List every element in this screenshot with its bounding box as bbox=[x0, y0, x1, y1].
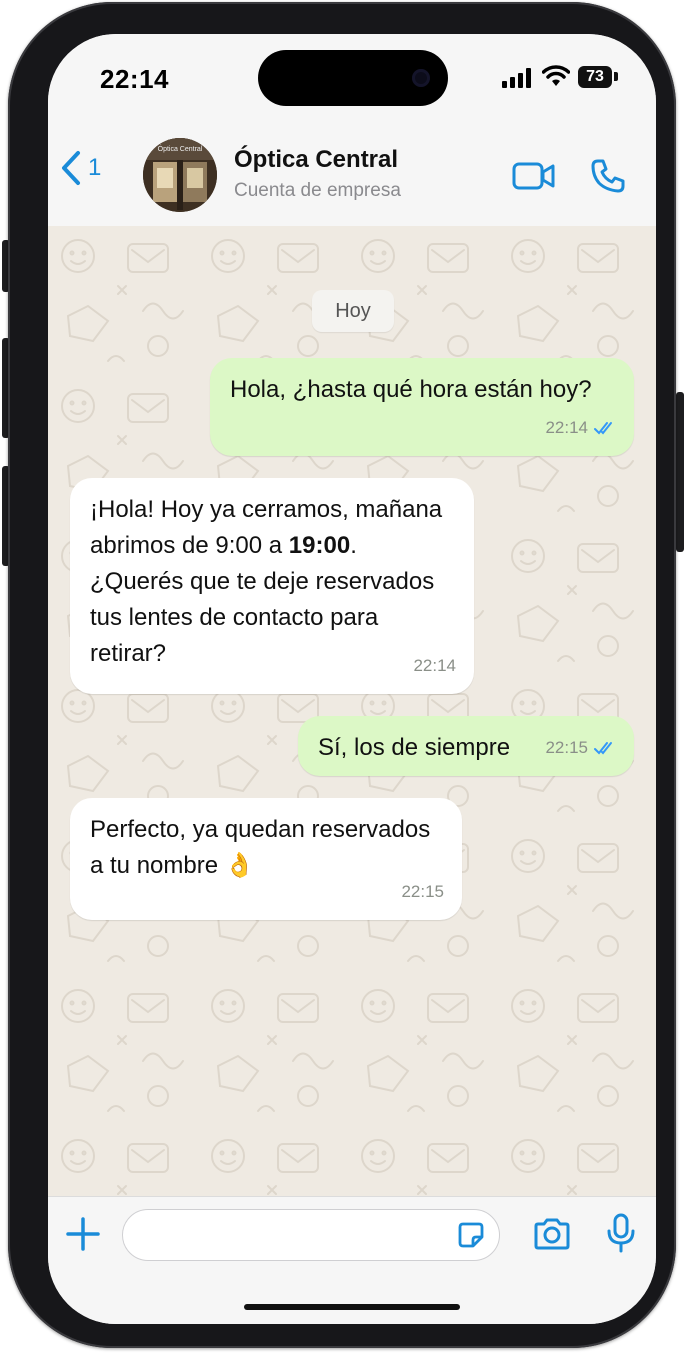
contact-name[interactable]: Óptica Central bbox=[234, 146, 398, 174]
screen: 22:14 73 1 Óptica Central Óptica Central… bbox=[48, 34, 656, 1324]
power-button bbox=[676, 392, 684, 552]
cellular-signal-icon bbox=[502, 68, 531, 88]
message-meta: 22:14 bbox=[545, 410, 616, 446]
front-camera-icon bbox=[412, 69, 430, 87]
microphone-icon[interactable] bbox=[606, 1213, 636, 1253]
read-ticks-icon bbox=[594, 422, 612, 435]
date-chip: Hoy bbox=[312, 290, 394, 332]
unread-count: 1 bbox=[88, 154, 102, 181]
contact-subtitle: Cuenta de empresa bbox=[234, 180, 401, 201]
message-text-bold: 19:00 bbox=[288, 532, 351, 559]
battery-indicator: 73 bbox=[578, 66, 612, 88]
battery-tip bbox=[614, 72, 618, 81]
camera-icon[interactable] bbox=[532, 1217, 572, 1251]
message-input-field[interactable] bbox=[122, 1209, 500, 1261]
message-bubble-outgoing[interactable]: Hola, ¿hasta qué hora están hoy? 22:14 bbox=[210, 358, 634, 456]
message-time: 22:14 bbox=[413, 656, 456, 675]
ok-hand-emoji: 👌 bbox=[224, 852, 255, 879]
dynamic-island bbox=[258, 50, 448, 106]
status-time: 22:14 bbox=[100, 64, 169, 94]
message-text: Hola, ¿hasta qué hora están hoy? bbox=[230, 376, 592, 403]
sticker-icon[interactable] bbox=[457, 1221, 485, 1249]
phone-frame: 22:14 73 1 Óptica Central Óptica Central… bbox=[8, 2, 676, 1348]
message-input[interactable] bbox=[141, 1222, 445, 1247]
message-meta: 22:15 bbox=[401, 874, 444, 910]
message-text-part: Perfecto, ya quedan reservados a tu nomb… bbox=[90, 816, 431, 879]
message-time: 22:14 bbox=[545, 418, 588, 437]
back-button[interactable]: 1 bbox=[60, 148, 101, 188]
back-chevron-icon bbox=[62, 151, 80, 185]
avatar[interactable]: Óptica Central bbox=[143, 138, 217, 212]
wifi-icon bbox=[542, 65, 570, 86]
message-meta: 22:14 bbox=[413, 648, 456, 684]
video-call-icon[interactable] bbox=[512, 160, 556, 192]
status-bar: 22:14 73 bbox=[48, 34, 656, 126]
chat-header: 1 Óptica Central Óptica Central Cuenta d… bbox=[48, 126, 656, 227]
plus-icon[interactable] bbox=[66, 1217, 100, 1251]
read-ticks-icon bbox=[594, 742, 612, 755]
message-bubble-outgoing[interactable]: Sí, los de siempre 22:15 bbox=[298, 716, 634, 776]
avatar-sign-text: Óptica Central bbox=[157, 146, 203, 153]
home-indicator[interactable] bbox=[244, 1304, 460, 1310]
message-time: 22:15 bbox=[545, 738, 588, 757]
phone-call-icon[interactable] bbox=[590, 158, 626, 194]
chat-area[interactable]: Hoy Hola, ¿hasta qué hora están hoy? 22:… bbox=[48, 226, 656, 1226]
message-text: ¡Hola! Hoy ya cerramos, mañana abrimos d… bbox=[90, 492, 454, 672]
message-time: 22:15 bbox=[401, 882, 444, 901]
message-text-part: ¡Hola! Hoy ya cerramos, mañana abrimos d… bbox=[90, 496, 443, 559]
message-text: Perfecto, ya quedan reservados a tu nomb… bbox=[90, 812, 442, 884]
message-meta: 22:15 bbox=[545, 730, 616, 766]
message-bubble-incoming[interactable]: Perfecto, ya quedan reservados a tu nomb… bbox=[70, 798, 462, 920]
message-bubble-incoming[interactable]: ¡Hola! Hoy ya cerramos, mañana abrimos d… bbox=[70, 478, 474, 694]
